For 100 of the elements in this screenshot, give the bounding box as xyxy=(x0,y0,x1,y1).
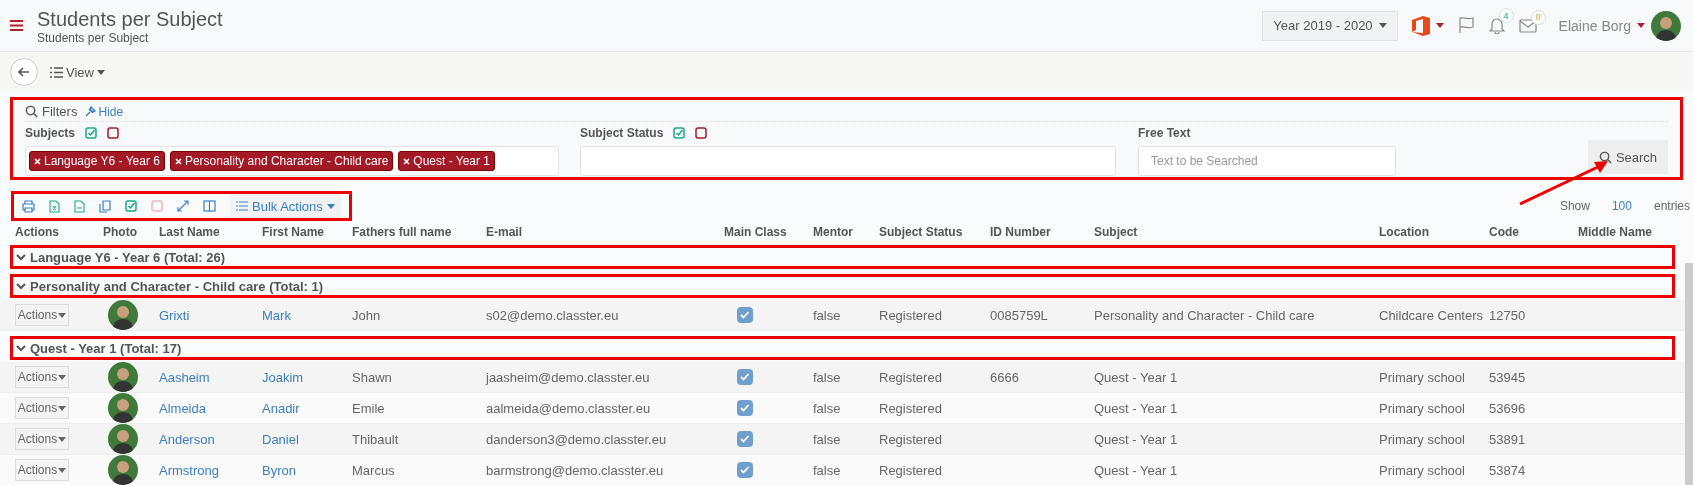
field-label: Subject Status xyxy=(580,126,664,140)
actions-dropdown[interactable]: Actions xyxy=(15,366,69,388)
table-cell-text: 12750 xyxy=(1489,307,1527,323)
search-button[interactable]: Search xyxy=(1588,140,1668,174)
square-icon[interactable] xyxy=(107,127,119,139)
column-header[interactable]: Photo xyxy=(103,225,159,239)
column-header[interactable]: Fathers full name xyxy=(352,225,486,239)
copy-icon[interactable] xyxy=(99,199,111,213)
first-name-link[interactable]: Mark xyxy=(262,307,352,323)
table-cell-text: Thibault xyxy=(352,431,400,447)
column-header[interactable]: Location xyxy=(1379,225,1489,239)
group-header[interactable]: Language Y6 - Year 6 (Total: 26) xyxy=(10,245,1675,269)
view-dropdown[interactable]: View xyxy=(50,64,105,80)
avatar xyxy=(108,300,138,330)
actions-dropdown[interactable]: Actions xyxy=(15,428,69,450)
text-input-field[interactable]: Text to be Searched xyxy=(1138,146,1396,176)
tag-input-field[interactable] xyxy=(580,146,1116,176)
remove-icon[interactable] xyxy=(174,158,182,165)
expand-icon[interactable] xyxy=(177,200,189,212)
first-name-link[interactable]: Byron xyxy=(262,462,352,478)
back-button[interactable] xyxy=(10,58,38,86)
last-name-link[interactable]: Armstrong xyxy=(159,462,262,478)
flag-icon[interactable] xyxy=(1457,17,1475,34)
table-cell-text: Quest - Year 1 xyxy=(1094,462,1179,478)
table-cell-text: Quest - Year 1 xyxy=(1094,369,1179,385)
column-header[interactable]: First Name xyxy=(262,225,352,239)
table-cell-text: 53874 xyxy=(1489,462,1527,478)
table-cell-text: Registered xyxy=(879,369,943,385)
column-header[interactable]: Main Class xyxy=(724,225,813,239)
chevron-down-icon[interactable] xyxy=(16,252,26,262)
table-cell-text: false xyxy=(813,400,842,416)
office-icon[interactable] xyxy=(1411,15,1430,36)
table-cell-text: Marcus xyxy=(352,462,396,478)
pin-icon xyxy=(85,106,97,117)
column-header[interactable]: Last Name xyxy=(159,225,262,239)
message-count: 0 xyxy=(1530,9,1546,25)
column-header[interactable]: Subject Status xyxy=(879,225,990,239)
remove-icon[interactable] xyxy=(34,158,41,165)
check-square-icon[interactable] xyxy=(673,127,686,139)
hide-link[interactable]: Hide xyxy=(85,104,124,119)
check-square-icon[interactable] xyxy=(125,200,137,212)
table-cell-text: aalmeida@demo.classter.eu xyxy=(486,400,652,416)
caret-icon xyxy=(58,374,67,380)
tag[interactable]: Quest - Year 1 xyxy=(398,151,496,171)
tag[interactable]: Personality and Character - Child care xyxy=(169,151,394,171)
group-header[interactable]: Personality and Character - Child care (Total: 1) xyxy=(10,274,1675,298)
entries-label: entries xyxy=(1653,199,1690,213)
avatar xyxy=(108,393,138,423)
last-name-link[interactable]: Grixti xyxy=(159,307,262,323)
chevron-down-icon[interactable] xyxy=(16,343,26,353)
square-icon[interactable] xyxy=(695,127,708,139)
column-header[interactable]: ID Number xyxy=(990,225,1094,239)
actions-dropdown[interactable]: Actions xyxy=(15,397,69,419)
column-header[interactable]: Subject xyxy=(1094,225,1379,239)
actions-dropdown[interactable]: Actions xyxy=(15,459,69,481)
chevron-down-icon[interactable] xyxy=(16,281,26,291)
remove-icon[interactable] xyxy=(403,158,411,165)
tag[interactable]: Language Y6 - Year 6 xyxy=(29,151,165,171)
bulk-actions-dropdown[interactable]: Bulk Actions xyxy=(230,194,341,218)
tag-input-field[interactable]: Language Y6 - Year 6 Personality and Character - Child care Quest - Year 1 xyxy=(25,146,559,176)
column-header[interactable]: E-mail xyxy=(486,225,724,239)
year-dropdown[interactable]: Year 2019 - 2020 xyxy=(1262,10,1398,41)
check-square-icon[interactable] xyxy=(85,127,97,139)
menu-icon[interactable] xyxy=(10,20,23,31)
search-icon xyxy=(25,105,38,118)
columns-icon[interactable] xyxy=(203,200,216,212)
checkbox[interactable] xyxy=(737,462,753,478)
bell-icon[interactable] xyxy=(1488,17,1505,34)
column-header[interactable]: Actions xyxy=(15,225,103,239)
first-name-link[interactable]: Joakim xyxy=(262,369,352,385)
search-icon xyxy=(1598,150,1612,164)
table-cell-text: jaasheim@demo.classter.eu xyxy=(486,369,651,385)
caret-icon xyxy=(1435,23,1444,28)
first-name-link[interactable]: Daniel xyxy=(262,431,352,447)
caret-icon xyxy=(1637,23,1645,28)
column-header[interactable]: Code xyxy=(1489,225,1578,239)
column-header[interactable]: Middle Name xyxy=(1578,225,1685,239)
last-name-link[interactable]: Almeida xyxy=(159,400,262,416)
checkbox[interactable] xyxy=(737,400,753,416)
csv-file-icon[interactable] xyxy=(74,199,85,213)
checkbox[interactable] xyxy=(737,307,753,323)
actions-dropdown[interactable]: Actions xyxy=(15,304,69,326)
page-size-dropdown[interactable]: 100 xyxy=(1611,199,1632,213)
last-name-link[interactable]: Anderson xyxy=(159,431,262,447)
envelope-icon[interactable] xyxy=(1518,18,1537,33)
notification-count: 4 xyxy=(1498,8,1514,23)
group-header[interactable]: Quest - Year 1 (Total: 17) xyxy=(10,336,1675,360)
group-title: Quest - Year 1 (Total: 17) xyxy=(30,340,182,356)
print-icon[interactable] xyxy=(22,199,35,213)
scrollbar[interactable] xyxy=(1685,263,1693,485)
checkbox[interactable] xyxy=(737,431,753,447)
checkbox[interactable] xyxy=(737,369,753,385)
spreadsheet-file-icon[interactable] xyxy=(49,199,60,213)
column-header[interactable]: Mentor xyxy=(813,225,879,239)
list-icon xyxy=(50,66,63,78)
group-title: Personality and Character - Child care (Total: 1) xyxy=(30,278,324,294)
table-cell-text: Registered xyxy=(879,462,943,478)
table-cell-text: Primary school xyxy=(1379,462,1466,478)
first-name-link[interactable]: Anadir xyxy=(262,400,352,416)
last-name-link[interactable]: Aasheim xyxy=(159,369,262,385)
